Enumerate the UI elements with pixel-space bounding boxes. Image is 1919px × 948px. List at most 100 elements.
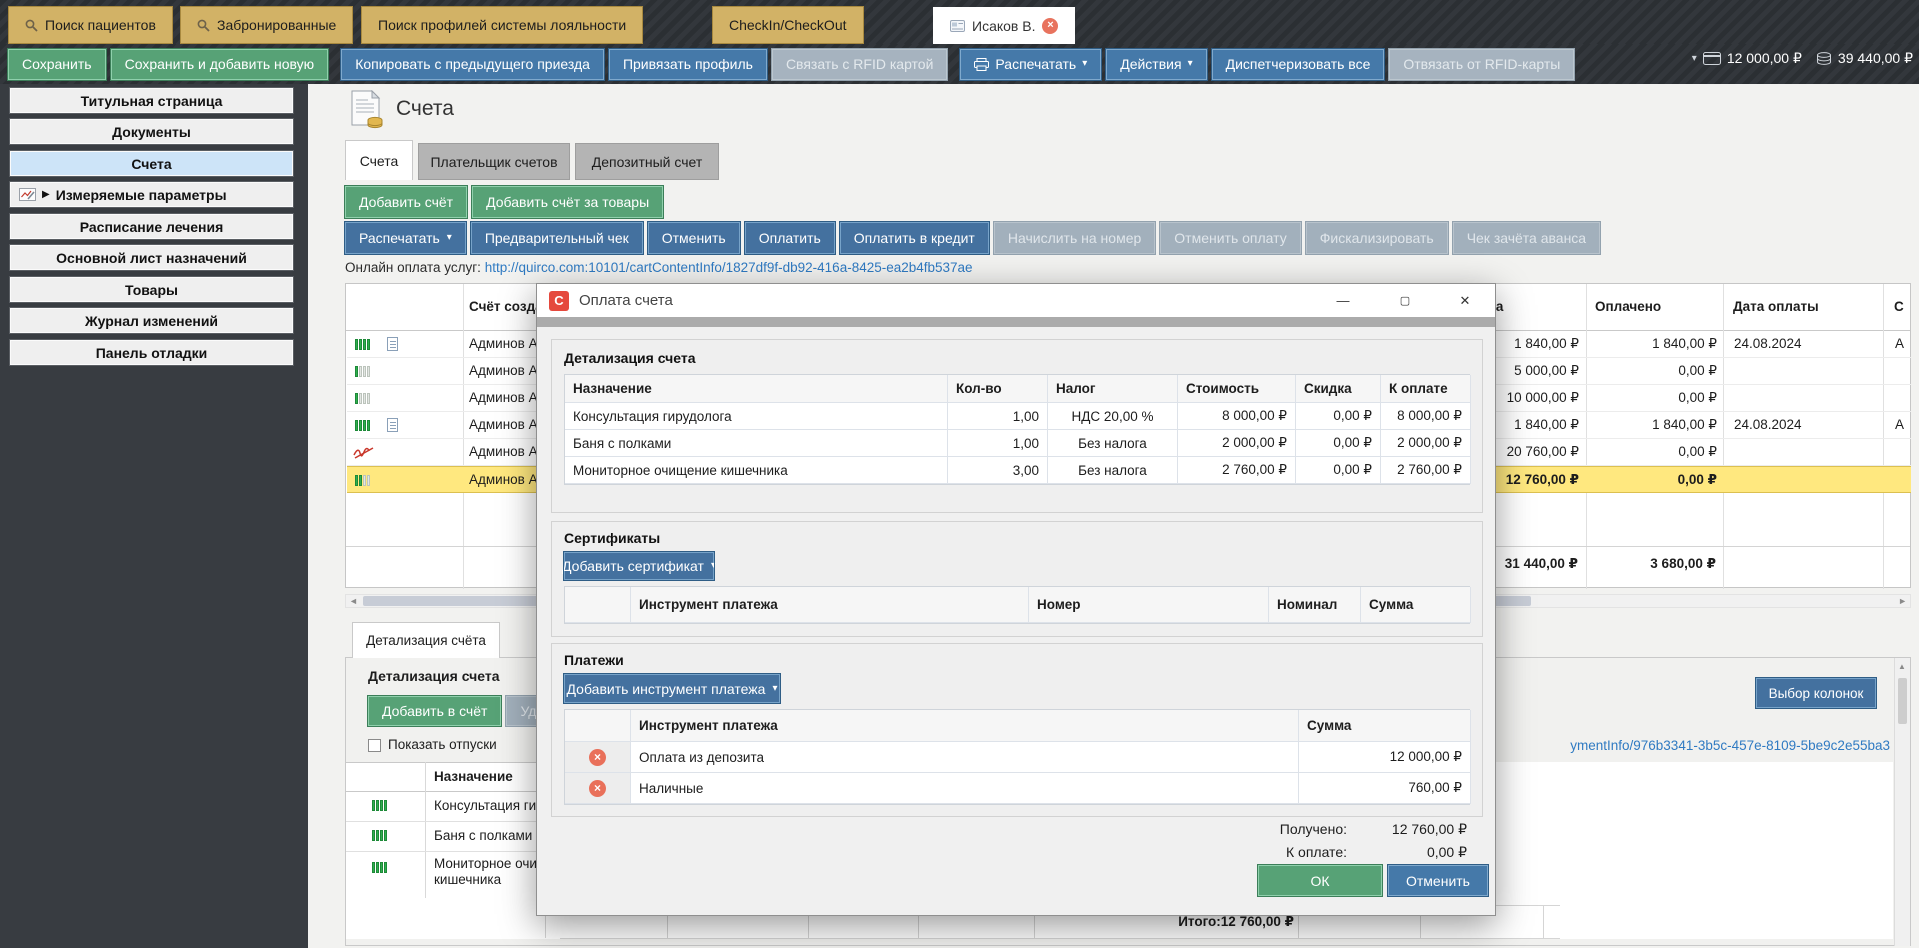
advance-check-button[interactable]: Чек зачёта аванса [1453, 222, 1600, 254]
column-header-paid[interactable]: Оплачено [1595, 299, 1661, 314]
add-goods-invoice-button[interactable]: Добавить счёт за товары [472, 186, 663, 218]
column-header-tax[interactable]: Налог [1048, 375, 1178, 403]
link-rfid-button[interactable]: Связать с RFID картой [772, 49, 947, 80]
column-header-sum[interactable]: Сумма [1299, 710, 1471, 742]
payment-instrument[interactable]: Наличные [631, 773, 1299, 804]
column-header-qty[interactable]: Кол-во [948, 375, 1048, 403]
cancel-payment-button[interactable]: Отменить оплату [1160, 222, 1300, 254]
dispatch-all-button[interactable]: Диспетчеризовать все [1212, 49, 1385, 80]
column-header-purpose[interactable]: Назначение [434, 769, 513, 784]
add-payment-instrument-dropdown-button[interactable]: Добавить инструмент платежа▾ [564, 674, 780, 703]
sidebar-item-main-prescription-sheet[interactable]: Основной лист назначений [10, 245, 293, 270]
scrollbar-thumb[interactable] [1898, 678, 1907, 724]
tab-loyalty-profiles[interactable]: Поиск профилей системы лояльности [361, 6, 643, 44]
column-header-cost[interactable]: Стоимость [1178, 375, 1296, 403]
delete-payment-icon[interactable]: × [589, 780, 606, 797]
scroll-up-icon[interactable]: ▲ [1898, 662, 1906, 671]
status-bars-icon [372, 862, 387, 873]
sidebar-item-change-log[interactable]: Журнал изменений [10, 308, 293, 333]
bind-profile-button[interactable]: Привязать профиль [609, 49, 767, 80]
tab-checkin-checkout[interactable]: CheckIn/CheckOut [712, 6, 864, 44]
sidebar-item-documents[interactable]: Документы [10, 119, 293, 144]
detail-row-name[interactable]: Баня с полками [434, 828, 532, 843]
vertical-scrollbar[interactable]: ▲ [1894, 658, 1910, 946]
sidebar-item-title-page[interactable]: Титульная страница [10, 88, 293, 113]
minimize-icon[interactable]: — [1329, 290, 1357, 312]
charge-to-room-button[interactable]: Начислить на номер [994, 222, 1155, 254]
invoice-status: А [1895, 417, 1904, 432]
choose-columns-button[interactable]: Выбор колонок [1756, 678, 1876, 708]
tab-deposit-account[interactable]: Депозитный счет [575, 143, 719, 180]
sidebar-item-invoices[interactable]: Счета [10, 151, 293, 176]
column-header-discount[interactable]: Скидка [1296, 375, 1381, 403]
invoice-pay-date: 24.08.2024 [1734, 336, 1802, 351]
column-header-due[interactable]: К оплате [1381, 375, 1471, 403]
add-invoice-button[interactable]: Добавить счёт [345, 186, 467, 218]
status-bars-icon [355, 393, 370, 404]
certificates-table: Инструмент платежа Номер Номинал Сумма [564, 586, 1470, 624]
top-tab-bar: Поиск пациентов Забронированные Поиск пр… [0, 0, 1919, 44]
sidebar-item-treatment-schedule[interactable]: Расписание лечения [10, 214, 293, 239]
chevron-down-icon[interactable]: ▾ [1692, 54, 1697, 64]
pay-button[interactable]: Оплатить [745, 222, 835, 254]
printer-icon [974, 58, 989, 71]
payment-info-link[interactable]: ymentInfo/976b3341-3b5c-457e-8109-5be9c2… [1505, 738, 1890, 753]
sidebar-item-debug-panel[interactable]: Панель отладки [10, 340, 293, 365]
expander-icon[interactable]: ▶ [42, 189, 50, 200]
preliminary-check-button[interactable]: Предварительный чек [471, 222, 643, 254]
column-header-sum[interactable]: Сумма [1361, 587, 1471, 623]
column-header-status[interactable]: С [1894, 299, 1904, 314]
add-certificate-dropdown-button[interactable]: Добавить сертификат▾ [564, 552, 714, 580]
show-vacations-checkbox[interactable] [368, 739, 381, 752]
save-and-add-button[interactable]: Сохранить и добавить новую [111, 49, 329, 80]
column-header-instrument[interactable]: Инструмент платежа [631, 587, 1029, 623]
status-bars-icon [355, 366, 370, 377]
service-name[interactable]: Мониторное очищение кишечника [565, 457, 948, 484]
maximize-icon[interactable]: ▢ [1391, 290, 1419, 312]
fiscalize-button[interactable]: Фискализировать [1306, 222, 1448, 254]
pay-credit-button[interactable]: Оплатить в кредит [840, 222, 989, 254]
received-label: Получено: [1147, 821, 1347, 837]
service-name[interactable]: Баня с полками [565, 430, 948, 457]
close-icon[interactable]: ✕ [1451, 290, 1479, 312]
column-header-purpose[interactable]: Назначение [565, 375, 948, 403]
tab-invoice-payer[interactable]: Плательщик счетов [418, 143, 570, 180]
sidebar-item-goods[interactable]: Товары [10, 277, 293, 302]
unlink-rfid-button[interactable]: Отвязать от RFID-карты [1389, 49, 1574, 80]
ok-button[interactable]: ОК [1258, 865, 1382, 896]
actions-dropdown-button[interactable]: Действия▾ [1106, 49, 1206, 80]
column-header-instrument[interactable]: Инструмент платежа [631, 710, 1299, 742]
column-header-pay-date[interactable]: Дата оплаты [1733, 299, 1819, 314]
column-header-number[interactable]: Номер [1029, 587, 1269, 623]
search-icon [197, 19, 210, 32]
print-dropdown-button[interactable]: Распечатать▾ [960, 49, 1101, 80]
tab-booked[interactable]: Забронированные [180, 6, 353, 44]
status-bars-icon [355, 475, 370, 486]
tab-patient-isakov[interactable]: Исаков В. × [933, 7, 1075, 44]
scroll-right-icon[interactable]: ► [1898, 596, 1907, 606]
payment-sum[interactable]: 12 000,00 ₽ [1299, 742, 1471, 773]
cancel-button[interactable]: Отменить [1388, 865, 1488, 896]
sidebar: Титульная страница Документы Счета ▶ Изм… [0, 84, 308, 948]
tab-invoices[interactable]: Счета [345, 140, 413, 180]
invoice-paid: 1 840,00 ₽ [1595, 417, 1717, 433]
copy-previous-visit-button[interactable]: Копировать с предыдущего приезда [341, 49, 604, 80]
save-button[interactable]: Сохранить [8, 49, 106, 80]
fiscal-document-icon [387, 418, 398, 432]
tab-patient-search[interactable]: Поиск пациентов [8, 6, 173, 44]
close-tab-icon[interactable]: × [1042, 18, 1058, 34]
online-payment-link[interactable]: http://quirco.com:10101/cartContentInfo/… [485, 260, 973, 275]
detail-total: Итого:12 760,00 ₽ [1046, 914, 1294, 930]
service-name[interactable]: Консультация гирудолога [565, 403, 948, 430]
column-header-nominal[interactable]: Номинал [1269, 587, 1361, 623]
tab-invoice-detail[interactable]: Детализация счёта [352, 622, 500, 658]
delete-payment-icon[interactable]: × [589, 749, 606, 766]
add-to-invoice-button[interactable]: Добавить в счёт [368, 696, 501, 726]
fiscal-document-icon [387, 337, 398, 351]
cancel-invoice-button[interactable]: Отменить [648, 222, 740, 254]
print-invoice-dropdown-button[interactable]: Распечатать▾ [345, 222, 466, 254]
sidebar-item-measured-params[interactable]: ▶ Измеряемые параметры [10, 182, 293, 207]
scroll-left-icon[interactable]: ◄ [349, 596, 358, 606]
payment-instrument[interactable]: Оплата из депозита [631, 742, 1299, 773]
payment-sum[interactable]: 760,00 ₽ [1299, 773, 1471, 804]
